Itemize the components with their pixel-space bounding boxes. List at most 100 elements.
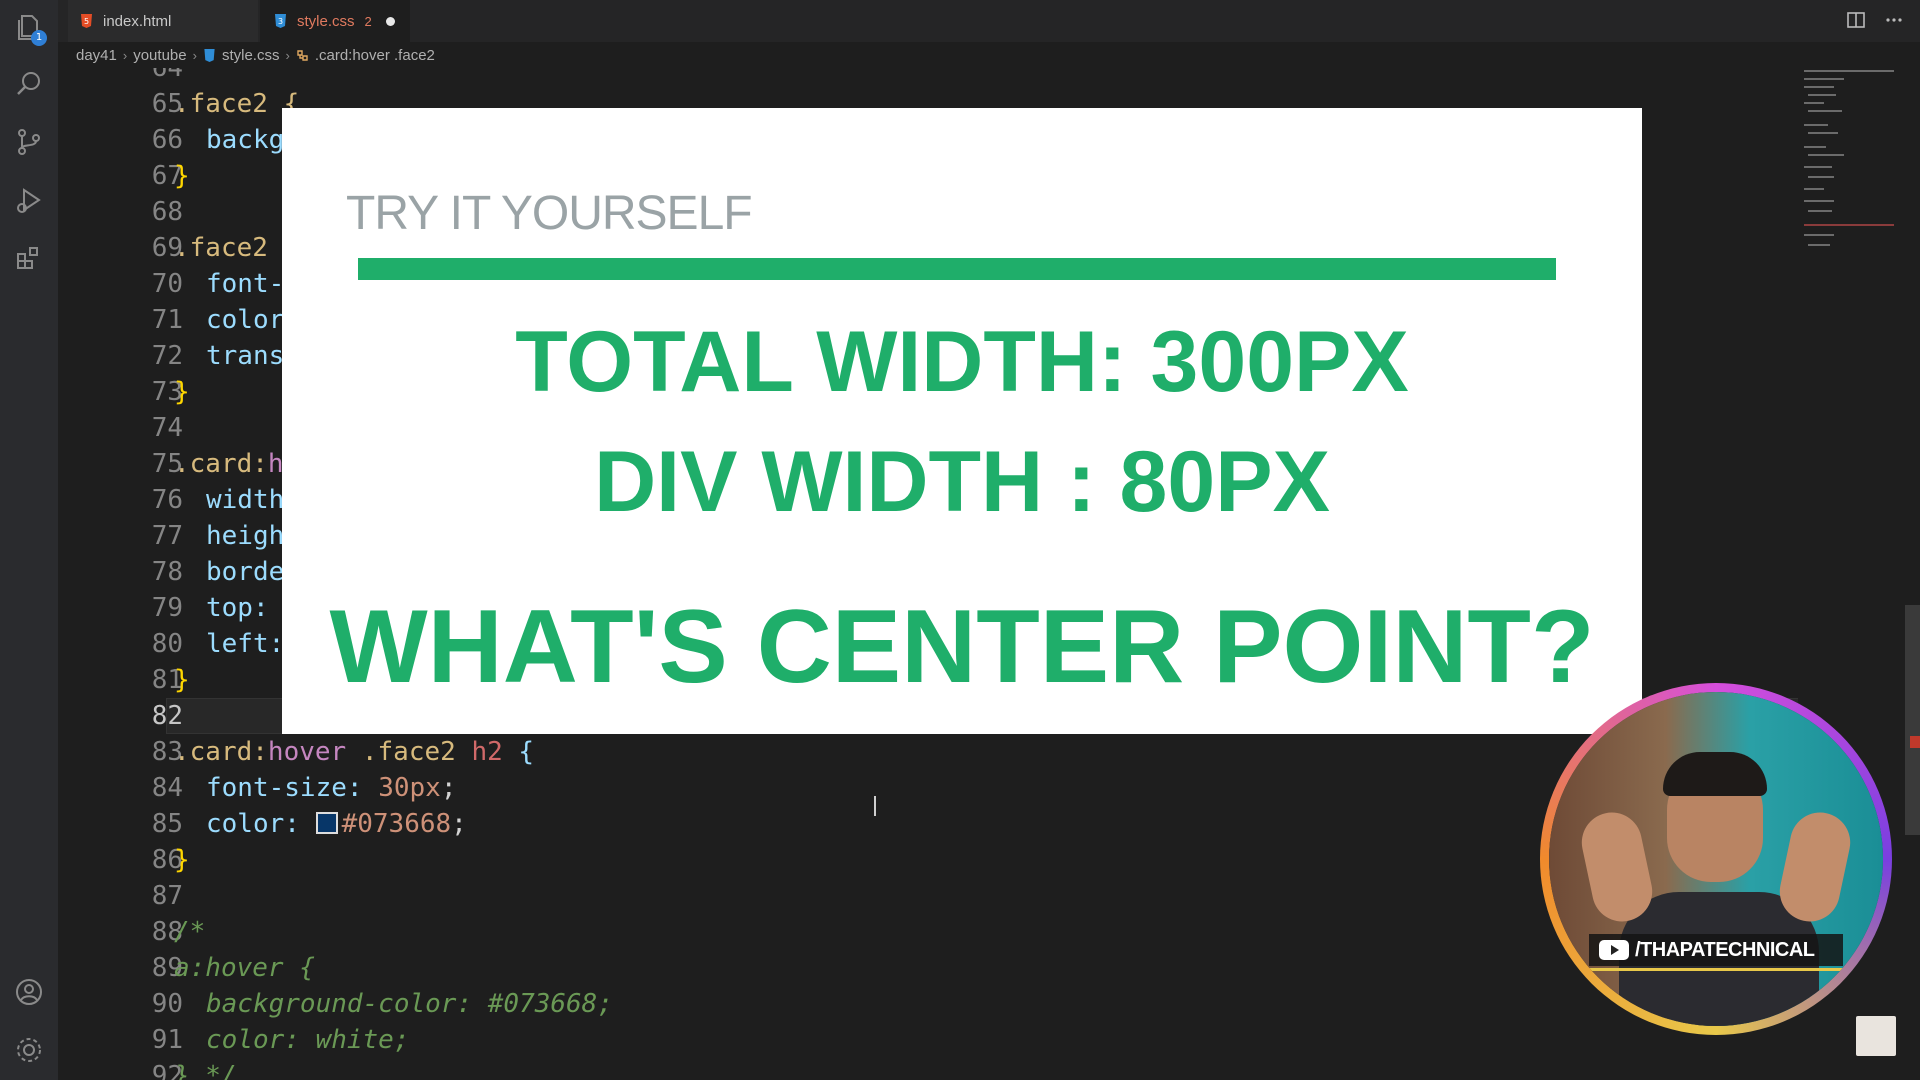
chevron-right-icon: › xyxy=(192,47,197,63)
overlay-line-2: DIV WIDTH : 80PX xyxy=(594,434,1330,530)
search-icon[interactable] xyxy=(13,68,45,100)
line-number: 83 xyxy=(151,737,183,767)
code-line: left: xyxy=(206,629,285,659)
code-line: } xyxy=(174,377,190,407)
code-line: .face2 { xyxy=(174,89,300,119)
line-number: 91 xyxy=(151,1025,183,1055)
overlay-line-1: TOTAL WIDTH: 300PX xyxy=(515,314,1409,410)
breadcrumb-item[interactable]: style.css xyxy=(222,47,280,64)
line-number: 64 xyxy=(151,68,183,83)
tab-index-html[interactable]: 5 index.html xyxy=(68,0,258,42)
line-number: 70 xyxy=(151,269,183,299)
line-number: 85 xyxy=(151,809,183,839)
line-number: 68 xyxy=(151,197,183,227)
accent-divider xyxy=(358,258,1556,280)
line-number: 84 xyxy=(151,773,183,803)
code-line: font- xyxy=(206,269,285,299)
line-number: 67 xyxy=(151,161,183,191)
presenter-video: /THAPATECHNICAL xyxy=(1549,692,1883,1026)
presenter-webcam: /THAPATECHNICAL xyxy=(1540,683,1892,1035)
tab-style-css[interactable]: 3 style.css 2 xyxy=(260,0,410,42)
code-line: } xyxy=(174,665,190,695)
chevron-right-icon: › xyxy=(122,47,128,63)
code-line: } xyxy=(174,845,190,875)
line-number: 77 xyxy=(151,521,183,551)
line-number: 74 xyxy=(151,413,183,443)
channel-label: /THAPATECHNICAL xyxy=(1589,934,1843,966)
scrollbar-thumb[interactable] xyxy=(1905,605,1920,835)
explorer-badge: 1 xyxy=(31,30,47,46)
settings-gear-icon[interactable] xyxy=(13,1034,45,1066)
code-line: /* xyxy=(174,917,206,947)
line-number: 75 xyxy=(151,449,183,479)
code-line: } xyxy=(174,161,190,191)
mouse-cursor-icon xyxy=(874,796,876,816)
breadcrumb-item[interactable]: youtube xyxy=(133,47,186,64)
channel-name: /THAPATECHNICAL xyxy=(1635,938,1815,961)
line-number: 92 xyxy=(151,1061,183,1080)
overlay-card: TRY IT YOURSELF TOTAL WIDTH: 300PX DIV W… xyxy=(282,108,1642,734)
overlay-heading: TRY IT YOURSELF xyxy=(346,187,753,240)
selector-symbol-icon xyxy=(297,49,308,61)
more-actions-icon[interactable] xyxy=(1884,10,1904,30)
code-line: color: white; xyxy=(206,1025,410,1055)
code-line: .card:h xyxy=(174,449,284,479)
svg-text:3: 3 xyxy=(278,17,283,26)
scrollbar-error-marker xyxy=(1910,736,1920,748)
line-number: 72 xyxy=(151,341,183,371)
breadcrumb-item[interactable]: day41 xyxy=(76,47,117,64)
code-line: borde xyxy=(206,557,285,587)
svg-text:5: 5 xyxy=(84,17,89,26)
line-number: 78 xyxy=(151,557,183,587)
chevron-right-icon: › xyxy=(285,47,290,63)
line-number: 87 xyxy=(151,881,183,911)
code-line: color xyxy=(206,305,285,335)
line-number: 66 xyxy=(151,125,183,155)
code-line: .face2 xyxy=(174,233,268,263)
code-line: width xyxy=(206,485,285,515)
line-number: 71 xyxy=(151,305,183,335)
run-debug-icon[interactable] xyxy=(13,184,45,216)
line-number: 90 xyxy=(151,989,183,1019)
line-number: 80 xyxy=(151,629,183,659)
line-number: 89 xyxy=(151,953,183,983)
code-line: .card:hover .face2 h2 { xyxy=(174,737,535,767)
line-number: 76 xyxy=(151,485,183,515)
problems-count: 2 xyxy=(364,13,372,29)
vscode-window: 1 5 index.html 3 style.css 2 day41 › you… xyxy=(0,0,1920,1080)
line-number: 73 xyxy=(151,377,183,407)
tab-label: style.css xyxy=(297,12,355,30)
code-line: font-size: 30px; xyxy=(206,773,457,803)
code-line: a:hover { xyxy=(174,953,315,983)
code-line: color: #073668; xyxy=(206,809,467,839)
code-line: background-color: #073668; xyxy=(206,989,613,1019)
line-number: 86 xyxy=(151,845,183,875)
editor-tab-bar: 5 index.html 3 style.css 2 xyxy=(58,0,1920,42)
line-number: 88 xyxy=(151,917,183,947)
code-line: backg xyxy=(206,125,285,155)
activity-bar: 1 xyxy=(0,0,58,1080)
tab-label: index.html xyxy=(103,12,172,30)
youtube-icon xyxy=(1599,940,1629,960)
code-line: heigh xyxy=(206,521,285,551)
html-file-icon: 5 xyxy=(81,14,92,28)
channel-logo-icon xyxy=(1856,1016,1896,1056)
account-icon[interactable] xyxy=(13,976,45,1008)
line-number: 81 xyxy=(151,665,183,695)
code-line: trans xyxy=(206,341,285,371)
color-swatch-icon[interactable] xyxy=(315,812,338,834)
source-control-icon[interactable] xyxy=(13,126,45,158)
line-number: 79 xyxy=(151,593,183,623)
unsaved-dot-icon[interactable] xyxy=(385,16,395,26)
css-file-icon xyxy=(204,48,215,62)
line-number: 65 xyxy=(151,89,183,119)
css-file-icon: 3 xyxy=(275,14,286,28)
code-line: top: xyxy=(206,593,269,623)
extensions-icon[interactable] xyxy=(13,242,45,274)
code-line: } */ xyxy=(174,1061,237,1080)
split-editor-icon[interactable] xyxy=(1846,10,1866,30)
breadcrumb: day41 › youtube › style.css › .card:hove… xyxy=(58,42,1798,68)
breadcrumb-item[interactable]: .card:hover .face2 xyxy=(315,47,435,64)
line-number: 69 xyxy=(151,233,183,263)
line-number: 82 xyxy=(151,701,183,731)
